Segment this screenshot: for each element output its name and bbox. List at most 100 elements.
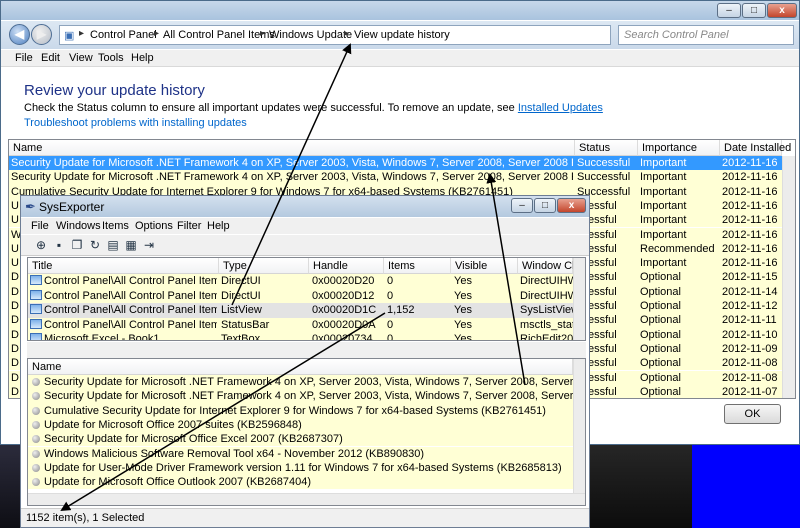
folder-icon: ▣ (64, 30, 75, 42)
se-close-button[interactable]: x (557, 198, 586, 213)
items-list[interactable]: Name Security Update for Microsoft .NET … (27, 358, 586, 506)
window-row[interactable]: Control Panel\All Control Panel Items\Wi… (28, 317, 573, 332)
window-row[interactable]: Control Panel\All Control Panel Items\Wi… (28, 274, 573, 289)
column-header-item-name[interactable]: Name (28, 359, 573, 375)
update-importance: Optional (640, 271, 681, 284)
installed-updates-link[interactable]: Installed Updates (518, 102, 603, 114)
se-titlebar[interactable]: ✒ SysExporter – □ x (21, 196, 589, 217)
window-row[interactable]: Control Panel\All Control Panel Items\Wi… (28, 288, 573, 303)
update-importance: Optional (640, 328, 681, 341)
troubleshoot-link[interactable]: Troubleshoot problems with installing up… (24, 117, 247, 129)
search-input[interactable]: Search Control Panel (618, 25, 794, 45)
menu-edit[interactable]: Edit (41, 52, 60, 64)
update-name: Security Update for Microsoft .NET Frame… (11, 157, 573, 169)
menu-tools[interactable]: Tools (98, 52, 124, 64)
se-maximize-button[interactable]: □ (534, 198, 556, 213)
se-minimize-button[interactable]: – (511, 198, 533, 213)
update-date: 2012-11-14 (722, 285, 778, 298)
properties-icon[interactable]: ▦ (123, 237, 139, 253)
breadcrumb-all-items[interactable]: All Control Panel Items (163, 29, 275, 41)
update-importance: Optional (640, 314, 681, 327)
se-menu-items[interactable]: Items (102, 220, 129, 232)
update-row[interactable]: Security Update for Microsoft .NET Frame… (9, 170, 782, 185)
column-header-window-class[interactable]: Window Clas (518, 258, 585, 274)
item-row[interactable]: Windows Malicious Software Removal Tool … (28, 446, 573, 461)
column-header-status[interactable]: Status (575, 140, 638, 156)
breadcrumb-control-panel[interactable]: Control Panel (90, 29, 157, 41)
window-handle: 0x00020D12 (312, 289, 375, 302)
column-header-importance[interactable]: Importance (638, 140, 720, 156)
item-row[interactable]: Security Update for Microsoft .NET Frame… (28, 375, 573, 390)
column-header-title[interactable]: Title (28, 258, 219, 274)
close-button[interactable]: x (767, 3, 797, 18)
chevron-right-icon[interactable]: ▸ (79, 28, 84, 39)
item-text: Security Update for Microsoft Office Exc… (44, 433, 343, 446)
pane-splitter[interactable] (27, 342, 586, 358)
ok-button[interactable]: OK (724, 404, 781, 424)
se-menu-file[interactable]: File (31, 220, 49, 232)
update-date: 2012-11-07 (722, 385, 778, 398)
item-row[interactable]: Update for User-Mode Driver Framework ve… (28, 460, 573, 476)
top-vertical-scrollbar[interactable] (573, 258, 585, 340)
menu-file[interactable]: File (15, 52, 33, 64)
bottom-vertical-scrollbar[interactable] (573, 359, 585, 493)
address-bar[interactable]: ▣ ▸ Control Panel ▸ All Control Panel It… (59, 25, 611, 45)
chevron-right-icon[interactable]: ▸ (154, 28, 159, 39)
target-icon[interactable]: ⊕ (33, 237, 49, 253)
breadcrumb-windows-update[interactable]: Windows Update (269, 29, 352, 41)
window-icon (30, 289, 42, 300)
column-header-date[interactable]: Date Installed (720, 140, 791, 156)
windows-list[interactable]: Title Type Handle Items Visible Window C… (27, 257, 586, 341)
update-importance: Important (640, 257, 687, 270)
column-header-items[interactable]: Items (384, 258, 451, 274)
horizontal-scrollbar[interactable] (28, 493, 585, 505)
item-row[interactable]: Security Update for Microsoft Office Exc… (28, 432, 573, 447)
back-button[interactable]: ◀ (9, 24, 30, 45)
window-title: Control Panel\All Control Panel Items\Wi… (30, 274, 217, 288)
item-row[interactable]: Update for Microsoft Office 2007 suites … (28, 417, 573, 433)
desktop-window-fragment (692, 445, 800, 528)
item-text: Security Update for Microsoft .NET Frame… (44, 376, 573, 388)
save-icon[interactable]: ▪ (51, 237, 67, 253)
breadcrumb-view-history[interactable]: View update history (354, 29, 450, 41)
column-header-type[interactable]: Type (219, 258, 309, 274)
window-type: TextBox (221, 333, 261, 341)
se-menu-help[interactable]: Help (207, 220, 230, 232)
vertical-scrollbar[interactable] (782, 156, 795, 398)
se-menubar: File Windows Items Options Filter Help (21, 218, 589, 234)
update-importance: Optional (640, 300, 681, 312)
window-title: Control Panel\All Control Panel Items\Wi… (30, 303, 217, 317)
refresh-icon[interactable]: ↻ (87, 237, 103, 253)
update-row[interactable]: Security Update for Microsoft .NET Frame… (9, 156, 782, 171)
item-row[interactable]: Update for Microsoft Office Outlook 2007… (28, 475, 573, 490)
update-date: 2012-11-16 (722, 214, 778, 227)
maximize-button[interactable]: □ (742, 3, 766, 18)
update-date: 2012-11-09 (722, 342, 778, 355)
window-row[interactable]: Control Panel\All Control Panel Items\Wi… (28, 303, 573, 318)
column-header-handle[interactable]: Handle (309, 258, 384, 274)
column-header-visible[interactable]: Visible (451, 258, 518, 274)
exit-icon[interactable]: ⇥ (141, 237, 157, 253)
html-report-icon[interactable]: ▤ (105, 237, 121, 253)
se-menu-filter[interactable]: Filter (177, 220, 201, 232)
window-visible: Yes (454, 275, 472, 287)
item-row[interactable]: Security Update for Microsoft .NET Frame… (28, 389, 573, 404)
cp-titlebar[interactable]: – □ x (1, 1, 799, 20)
minimize-button[interactable]: – (717, 3, 741, 18)
menu-view[interactable]: View (69, 52, 93, 64)
copy-icon[interactable]: ❐ (69, 237, 85, 253)
feather-icon: ✒ (25, 199, 36, 214)
update-date: 2012-11-08 (722, 371, 778, 384)
column-header-name[interactable]: Name (9, 140, 575, 156)
menu-help[interactable]: Help (131, 52, 154, 64)
se-menu-options[interactable]: Options (135, 220, 173, 232)
update-importance: Important (640, 199, 687, 212)
page-title: Review your update history (24, 82, 205, 99)
item-row[interactable]: Cumulative Security Update for Internet … (28, 403, 573, 418)
window-title: Microsoft Excel - Book1 (30, 332, 217, 340)
se-menu-windows[interactable]: Windows (56, 220, 101, 232)
chevron-right-icon[interactable]: ▸ (344, 28, 349, 39)
chevron-right-icon[interactable]: ▸ (260, 28, 265, 39)
forward-button[interactable]: ▶ (31, 24, 52, 45)
window-row[interactable]: Microsoft Excel - Book1 TextBox 0x00020734… (28, 332, 573, 341)
